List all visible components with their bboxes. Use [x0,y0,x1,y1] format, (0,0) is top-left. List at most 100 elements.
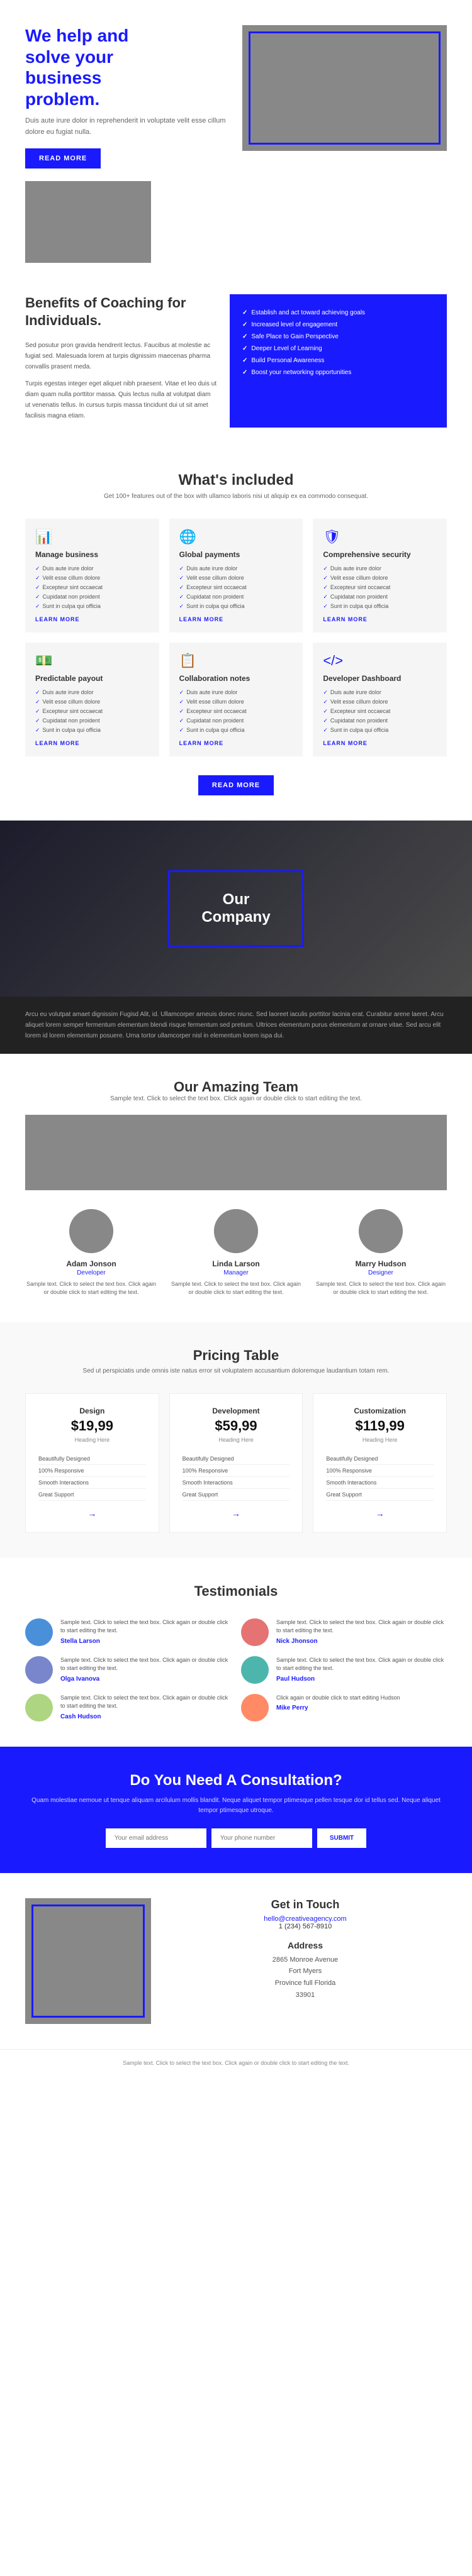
footer-address: 2865 Monroe AvenueFort MyersProvince ful… [164,1954,447,2001]
cta-phone-input[interactable] [211,1828,312,1848]
learn-more-link[interactable]: LEARN MORE [323,616,437,622]
cta-section: Do You Need A Consultation? Quam molesti… [0,1747,472,1873]
testimonial-content: Sample text. Click to select the text bo… [60,1618,231,1646]
testimonials-heading: Testimonials [25,1583,447,1600]
benefit-item: Establish and act toward achieving goals [242,307,434,319]
team-member-description: Sample text. Click to select the text bo… [315,1280,447,1297]
learn-more-link[interactable]: LEARN MORE [35,740,149,746]
team-member-description: Sample text. Click to select the text bo… [170,1280,302,1297]
pricing-feature: Great Support [326,1489,434,1501]
feature-item: Duis aute irure dolor [323,688,437,697]
feature-title: Collaboration notes [179,674,293,683]
pricing-subtitle: Sed ut perspiciatis unde omnis iste natu… [25,1368,447,1374]
pricing-feature: 100% Responsive [326,1465,434,1477]
testimonial-avatar [241,1618,269,1646]
benefits-heading: Benefits of Coaching for Individuals. [25,294,217,330]
feature-card: 🌐Global paymentsDuis aute irure dolorVel… [169,519,303,633]
hero-image [242,25,447,169]
footer-bottom-text: Sample text. Click to select the text bo… [25,2060,447,2066]
pricing-feature: Beautifully Designed [38,1453,146,1465]
feature-item: Excepteur sint occaecat [179,707,293,716]
pricing-plan-name: Design [38,1407,146,1415]
feature-item: Excepteur sint occaecat [35,583,149,592]
feature-item: Duis aute irure dolor [35,564,149,573]
feature-item: Velit esse cillum dolore [35,697,149,707]
testimonial-avatar [25,1694,53,1722]
notes-icon: 📋 [179,653,293,669]
team-avatar [359,1209,403,1253]
pricing-arrow-button[interactable]: → [376,1508,385,1518]
whats-included-read-more-button[interactable]: READ MORE [198,775,274,795]
pricing-section: Pricing Table Sed ut perspiciatis unde o… [0,1322,472,1558]
globe-icon: 🌐 [179,529,293,545]
testimonial-name: Olga Ivanova [60,1676,231,1683]
bar-chart-icon: 📊 [35,529,149,545]
team-member: Linda Larson Manager Sample text. Click … [170,1209,302,1297]
testimonial-content: Sample text. Click to select the text bo… [60,1656,231,1684]
pricing-plan-name: Customization [326,1407,434,1415]
footer-email: hello@creativeagency.com [164,1915,447,1923]
pricing-price: $59,99 [183,1418,290,1434]
feature-title: Manage business [35,550,149,559]
pricing-arrow-button[interactable]: → [232,1508,240,1518]
feature-item: Duis aute irure dolor [179,688,293,697]
whats-included-heading: What's included [25,472,447,489]
learn-more-link[interactable]: LEARN MORE [179,616,293,622]
feature-card: 📊 Manage business Duis aute irure dolorVel… [25,519,159,633]
feature-item: Duis aute irure dolor [35,688,149,697]
benefit-item: Increased level of engagement [242,319,434,331]
cta-submit-button[interactable]: Submit [317,1828,366,1848]
shield-icon: 🛡 [323,529,437,545]
feature-item: Cupidatat non proident [35,592,149,602]
learn-more-link[interactable]: LEARN MORE [179,740,293,746]
learn-more-link[interactable]: LEARN MORE [323,740,437,746]
feature-item: Excepteur sint occaecat [179,583,293,592]
our-company-description-block: Arcu eu volutpat amaet dignissim Fugisd … [0,997,472,1054]
hero-headline: We help and solve your business problem. [25,25,230,109]
feature-item: Excepteur sint occaecat [323,583,437,592]
whats-included-section: What's included Get 100+ features out of… [0,446,472,821]
feature-card: </>Developer DashboardDuis aute irure do… [313,643,447,756]
hero-text-block: We help and solve your business problem.… [25,25,242,169]
feature-item: Velit esse cillum dolore [35,573,149,583]
feature-item: Sunt in culpa qui officia [179,726,293,735]
testimonial-content: Sample text. Click to select the text bo… [276,1618,447,1646]
feature-item: Velit esse cillum dolore [323,697,437,707]
footer-bottom: Sample text. Click to select the text bo… [0,2049,472,2076]
feature-item: Duis aute irure dolor [179,564,293,573]
pricing-card: Development $59,99 Heading Here Beautifu… [169,1393,303,1533]
testimonial-text: Sample text. Click to select the text bo… [276,1618,447,1635]
cta-email-input[interactable] [106,1828,206,1848]
pricing-arrow-button[interactable]: → [87,1508,96,1518]
hero-read-more-button[interactable]: READ MORE [25,148,101,169]
feature-item: Cupidatat non proident [35,716,149,726]
footer-contact-heading: Get in Touch [164,1898,447,1911]
pricing-feature: 100% Responsive [183,1465,290,1477]
testimonial-text: Sample text. Click to select the text bo… [60,1656,231,1673]
pricing-feature: Smooth Interactions [38,1477,146,1489]
hero-description: Duis aute irure dolor in reprehenderit i… [25,116,230,138]
feature-item: Sunt in culpa qui officia [179,602,293,611]
team-heading: Our Amazing Team [25,1079,447,1095]
testimonial-item: Sample text. Click to select the text bo… [25,1694,231,1722]
testimonial-content: Click again or double click to start edi… [276,1694,400,1722]
team-member-role: Developer [25,1269,157,1276]
feature-item: Sunt in culpa qui officia [323,726,437,735]
feature-card: 📋 Collaboration notes Duis aute irure dolo… [169,643,303,756]
pricing-feature: Smooth Interactions [183,1477,290,1489]
feature-item: Cupidatat non proident [323,592,437,602]
pricing-feature: Smooth Interactions [326,1477,434,1489]
team-member-role: Manager [170,1269,302,1276]
testimonial-text: Sample text. Click to select the text bo… [60,1618,231,1635]
learn-more-link[interactable]: LEARN MORE [35,616,149,622]
testimonial-item: Sample text. Click to select the text bo… [241,1656,447,1684]
pricing-feature: 100% Responsive [38,1465,146,1477]
testimonials-section: Testimonials Sample text. Click to selec… [0,1558,472,1747]
team-avatar [214,1209,258,1253]
feature-card: 🛡Comprehensive securityDuis aute irure d… [313,519,447,633]
pricing-price: $19,99 [38,1418,146,1434]
hero-section: We help and solve your business problem.… [0,0,472,263]
team-background-image [25,1115,447,1190]
feature-title: Global payments [179,550,293,559]
feature-item: Sunt in culpa qui officia [35,602,149,611]
